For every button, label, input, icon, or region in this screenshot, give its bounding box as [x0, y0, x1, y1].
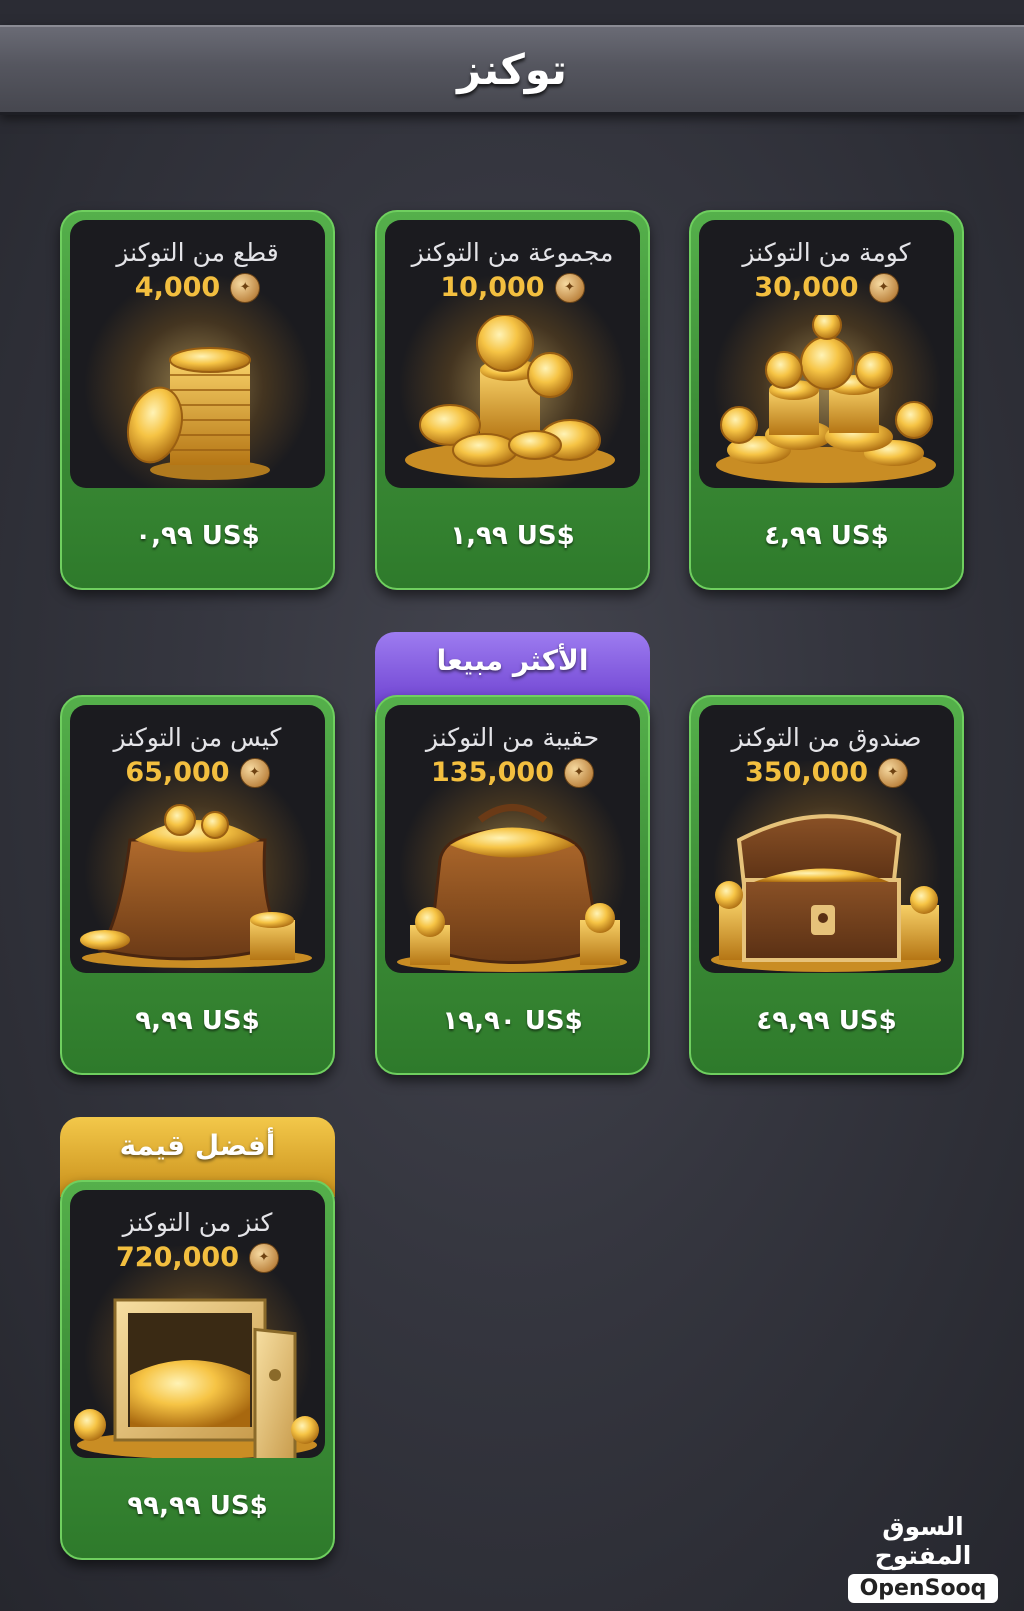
price-button[interactable]: ٤٩,٩٩ US$ — [691, 969, 962, 1073]
coin-group-art — [405, 315, 615, 478]
token-amount-row: 65,000 ✦ — [70, 757, 325, 788]
token-amount: 65,000 — [125, 757, 230, 788]
coin-heap-art — [716, 315, 936, 483]
price-button[interactable]: ١,٩٩ US$ — [377, 484, 648, 588]
token-amount: 4,000 — [134, 272, 221, 303]
token-coin-icon: ✦ — [248, 1242, 279, 1273]
product-card-heap[interactable]: كومة من التوكنز 30,000 ✦ ٤,٩٩ US$ — [689, 210, 964, 590]
token-amount: 350,000 — [745, 757, 868, 788]
token-amount: 30,000 — [754, 272, 859, 303]
token-amount-row: 350,000 ✦ — [699, 757, 954, 788]
product-name: كومة من التوكنز — [742, 238, 911, 267]
token-amount-row: 4,000 ✦ — [70, 272, 325, 303]
product-name: كنز من التوكنز — [122, 1208, 273, 1237]
price-button[interactable]: ٩٩,٩٩ US$ — [62, 1454, 333, 1558]
card-image-panel: كنز من التوكنز 720,000 ✦ — [70, 1190, 325, 1458]
coin-safe-art — [74, 1298, 319, 1458]
price-button[interactable]: ٠,٩٩ US$ — [62, 484, 333, 588]
card-image-panel: صندوق من التوكنز 350,000 ✦ — [699, 705, 954, 973]
product-card-sack[interactable]: كيس من التوكنز 65,000 ✦ ٩,٩٩ US$ — [60, 695, 335, 1075]
card-image-panel: مجموعة من التوكنز 10,000 ✦ — [385, 220, 640, 488]
watermark-english: OpenSooq — [848, 1574, 998, 1603]
token-amount-row: 720,000 ✦ — [70, 1242, 325, 1273]
product-name: صندوق من التوكنز — [731, 723, 922, 752]
card-image-panel: قطع من التوكنز 4,000 ✦ — [70, 220, 325, 488]
product-card-chest[interactable]: صندوق من التوكنز 350,000 ✦ ٤٩,٩٩ US$ — [689, 695, 964, 1075]
price-button[interactable]: ٤,٩٩ US$ — [691, 484, 962, 588]
token-coin-icon: ✦ — [230, 272, 261, 303]
token-amount-row: 30,000 ✦ — [699, 272, 954, 303]
coin-stack-art — [127, 347, 270, 480]
product-name: كيس من التوكنز — [113, 723, 282, 752]
page-title: توكنز — [457, 45, 567, 94]
product-card-treasure[interactable]: كنز من التوكنز 720,000 ✦ ٩٩,٩٩ US$ — [60, 1180, 335, 1560]
product-name: حقيبة من التوكنز — [425, 723, 600, 752]
opensooq-watermark: السوق المفتوح OpenSooq — [848, 1512, 998, 1603]
product-card-pieces[interactable]: قطع من التوكنز 4,000 ✦ ٠,٩٩ US$ — [60, 210, 335, 590]
token-coin-icon: ✦ — [877, 757, 908, 788]
token-coin-icon: ✦ — [554, 272, 585, 303]
coin-sack-art — [80, 804, 312, 968]
watermark-arabic: السوق المفتوح — [874, 1512, 972, 1570]
price-button[interactable]: ١٩,٩٠ US$ — [377, 969, 648, 1073]
token-coin-icon: ✦ — [868, 272, 899, 303]
card-image-panel: حقيبة من التوكنز 135,000 ✦ — [385, 705, 640, 973]
token-amount-row: 10,000 ✦ — [385, 272, 640, 303]
product-name: مجموعة من التوكنز — [411, 238, 614, 267]
token-amount: 135,000 — [431, 757, 554, 788]
treasure-chest-art — [711, 814, 941, 972]
product-name: قطع من التوكنز — [116, 238, 279, 267]
token-amount-row: 135,000 ✦ — [385, 757, 640, 788]
card-image-panel: كومة من التوكنز 30,000 ✦ — [699, 220, 954, 488]
page-header: توكنز — [0, 25, 1024, 115]
product-card-group[interactable]: مجموعة من التوكنز 10,000 ✦ ١,٩٩ US$ — [375, 210, 650, 590]
card-image-panel: كيس من التوكنز 65,000 ✦ — [70, 705, 325, 973]
product-card-purse[interactable]: حقيبة من التوكنز 135,000 ✦ ١٩,٩٠ US$ — [375, 695, 650, 1075]
token-coin-icon: ✦ — [563, 757, 594, 788]
coin-purse-art — [397, 804, 627, 972]
status-strip — [0, 0, 1024, 25]
price-button[interactable]: ٩,٩٩ US$ — [62, 969, 333, 1073]
token-amount: 10,000 — [440, 272, 545, 303]
token-amount: 720,000 — [116, 1242, 239, 1273]
token-coin-icon: ✦ — [239, 757, 270, 788]
